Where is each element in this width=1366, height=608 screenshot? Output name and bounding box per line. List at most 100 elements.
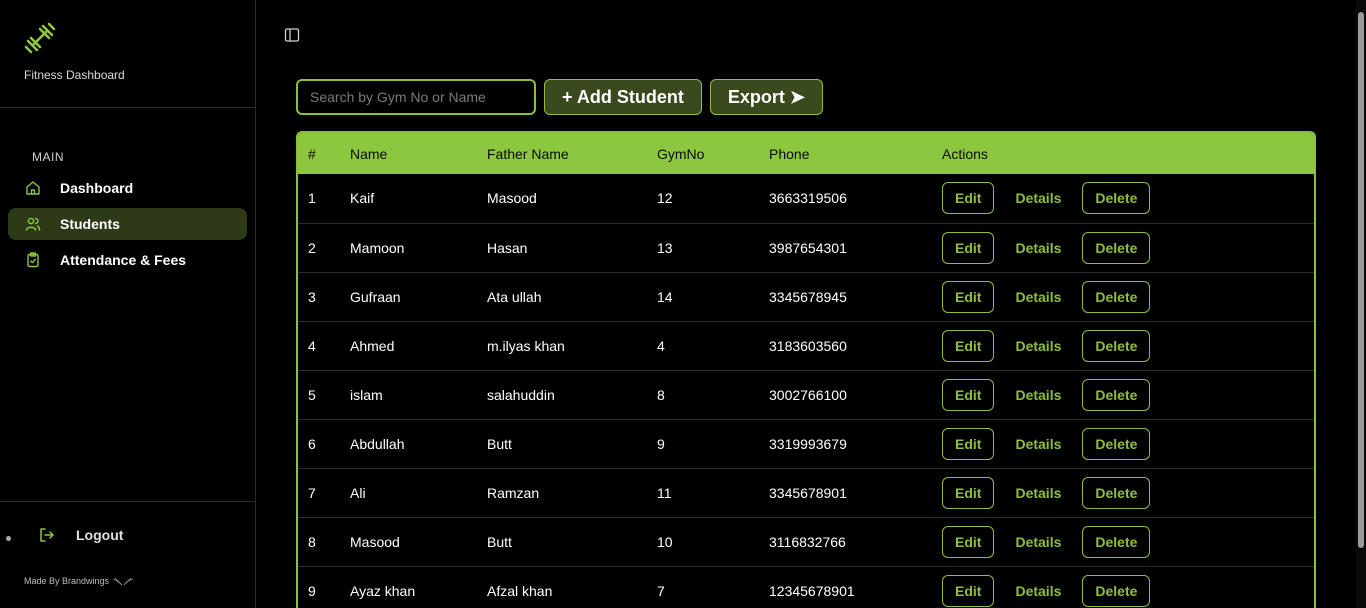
- cell-phone: 3663319506: [769, 190, 847, 207]
- brand-name: Fitness Dashboard: [24, 68, 125, 82]
- cell-index: 6: [308, 435, 316, 452]
- add-student-button[interactable]: + Add Student: [544, 79, 702, 115]
- logout-button[interactable]: Logout: [38, 524, 123, 546]
- column-header-name: Name: [350, 145, 388, 162]
- details-button[interactable]: Details: [1010, 476, 1067, 509]
- cell-gymno: 14: [657, 288, 673, 305]
- cell-actions: Edit Details Delete: [932, 468, 1314, 517]
- cell-name: Ayaz khan: [350, 582, 416, 599]
- cell-index: 1: [308, 190, 316, 207]
- cell-index: 4: [308, 337, 316, 354]
- table-row: 3 Gufraan Ata ullah 14 3345678945 Edit Details…: [298, 272, 1314, 321]
- cell-phone: 3345678945: [769, 288, 847, 305]
- table-row: 8 Masood Butt 10 3116832766 Edit Details Delete: [298, 517, 1314, 566]
- cell-index: 2: [308, 239, 316, 256]
- column-header-gymno: GymNo: [657, 145, 705, 162]
- sidebar-item-students[interactable]: Students: [8, 208, 247, 240]
- cell-name: islam: [350, 386, 383, 403]
- status-dot: [6, 536, 11, 541]
- dumbbell-icon: [24, 22, 56, 54]
- scrollbar-thumb[interactable]: [1358, 12, 1364, 548]
- sidebar-item-label: Dashboard: [60, 180, 134, 196]
- details-button[interactable]: Details: [1010, 329, 1067, 362]
- sidebar: Fitness Dashboard MAIN Dashboard Student…: [0, 0, 256, 608]
- delete-button[interactable]: Delete: [1082, 525, 1151, 558]
- cell-gymno: 7: [657, 582, 665, 599]
- cell-name: Ali: [350, 484, 366, 501]
- cell-name: Abdullah: [350, 435, 405, 452]
- column-header-father-name: Father Name: [487, 145, 569, 162]
- details-button[interactable]: Details: [1010, 182, 1067, 215]
- details-button[interactable]: Details: [1010, 378, 1067, 411]
- delete-button[interactable]: Delete: [1082, 182, 1151, 215]
- cell-father-name: m.ilyas khan: [487, 337, 565, 354]
- cell-index: 7: [308, 484, 316, 501]
- cell-gymno: 13: [657, 239, 673, 256]
- details-button[interactable]: Details: [1010, 280, 1067, 313]
- cell-name: Kaif: [350, 190, 375, 207]
- table-row: 1 Kaif Masood 12 3663319506 Edit Details Delete: [298, 174, 1314, 223]
- table-row: 7 Ali Ramzan 11 3345678901 Edit Details Delete: [298, 468, 1314, 517]
- delete-button[interactable]: Delete: [1082, 427, 1151, 460]
- cell-name: Gufraan: [350, 288, 401, 305]
- cell-father-name: Afzal khan: [487, 582, 553, 599]
- cell-gymno: 11: [657, 484, 672, 501]
- cell-actions: Edit Details Delete: [932, 517, 1314, 566]
- export-button[interactable]: Export ➤: [709, 79, 823, 115]
- wings-icon: [112, 577, 133, 586]
- details-button[interactable]: Details: [1010, 525, 1067, 558]
- delete-button[interactable]: Delete: [1082, 378, 1151, 411]
- table-row: 6 Abdullah Butt 9 3319993679 Edit Details Delet…: [298, 419, 1314, 468]
- brand: Fitness Dashboard: [0, 0, 255, 108]
- clipboard-check-icon: [25, 252, 41, 268]
- edit-button[interactable]: Edit: [942, 280, 995, 313]
- cell-phone: 3987654301: [769, 239, 847, 256]
- app-root: Fitness Dashboard MAIN Dashboard Student…: [0, 0, 1366, 608]
- column-header-phone: Phone: [769, 145, 810, 162]
- delete-button[interactable]: Delete: [1082, 476, 1151, 509]
- table-row: 2 Mamoon Hasan 13 3987654301 Edit Details Delet…: [298, 223, 1314, 272]
- edit-button[interactable]: Edit: [942, 378, 995, 411]
- table-row: 9 Ayaz khan Afzal khan 7 12345678901 Edit Deta…: [298, 566, 1314, 608]
- edit-button[interactable]: Edit: [942, 231, 995, 264]
- edit-button[interactable]: Edit: [942, 476, 995, 509]
- students-table: # Name Father Name GymNo Phone Actions 1…: [296, 131, 1316, 608]
- column-header-index: #: [308, 145, 316, 162]
- edit-button[interactable]: Edit: [942, 427, 995, 460]
- cell-name: Ahmed: [350, 337, 395, 354]
- details-button[interactable]: Details: [1010, 574, 1067, 607]
- scrollbar[interactable]: [1356, 0, 1366, 608]
- cell-gymno: 8: [657, 386, 665, 403]
- cell-gymno: 12: [657, 190, 673, 207]
- cell-actions: Edit Details Delete: [932, 321, 1314, 370]
- sidebar-footer: Logout Made By Brandwings: [0, 501, 255, 608]
- delete-button[interactable]: Delete: [1082, 280, 1151, 313]
- cell-father-name: Butt: [487, 435, 512, 452]
- cell-actions: Edit Details Delete: [932, 419, 1314, 468]
- table-row: 4 Ahmed m.ilyas khan 4 3183603560 Edit Details…: [298, 321, 1314, 370]
- delete-button[interactable]: Delete: [1082, 329, 1151, 362]
- edit-button[interactable]: Edit: [942, 329, 995, 362]
- cell-index: 9: [308, 582, 316, 599]
- search-input[interactable]: [296, 79, 536, 115]
- table-header-row: # Name Father Name GymNo Phone Actions: [298, 133, 1314, 174]
- details-button[interactable]: Details: [1010, 231, 1067, 264]
- cell-actions: Edit Details Delete: [932, 566, 1314, 608]
- delete-button[interactable]: Delete: [1082, 574, 1151, 607]
- delete-button[interactable]: Delete: [1082, 231, 1151, 264]
- toolbar: + Add Student Export ➤: [296, 79, 823, 115]
- sidebar-item-attendance-fees[interactable]: Attendance & Fees: [8, 244, 247, 276]
- cell-gymno: 10: [657, 533, 673, 550]
- details-button[interactable]: Details: [1010, 427, 1067, 460]
- nav-section-title: MAIN: [32, 150, 64, 164]
- sidebar-toggle-icon[interactable]: [284, 27, 300, 43]
- cell-phone: 3183603560: [769, 337, 847, 354]
- edit-button[interactable]: Edit: [942, 525, 995, 558]
- edit-button[interactable]: Edit: [942, 574, 995, 607]
- edit-button[interactable]: Edit: [942, 182, 995, 215]
- logout-icon: [38, 526, 56, 544]
- cell-name: Mamoon: [350, 239, 405, 256]
- cell-father-name: Ata ullah: [487, 288, 542, 305]
- cell-phone: 3116832766: [769, 533, 846, 550]
- sidebar-item-dashboard[interactable]: Dashboard: [8, 172, 247, 204]
